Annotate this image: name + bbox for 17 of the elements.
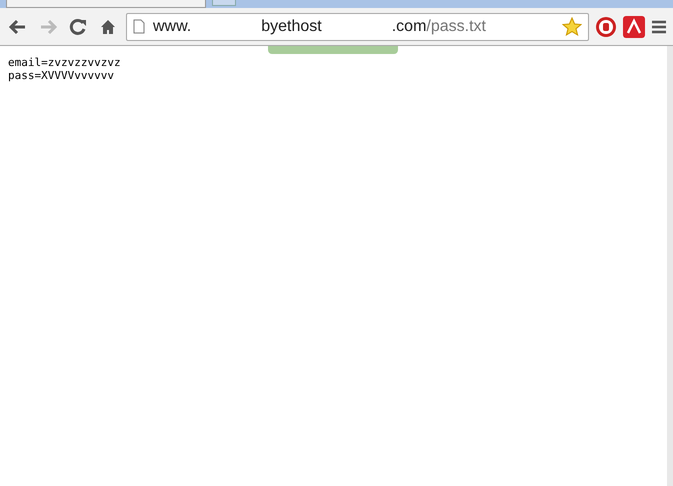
forward-arrow-icon xyxy=(39,18,57,34)
browser-tab[interactable] xyxy=(6,0,206,8)
back-arrow-icon xyxy=(9,18,27,34)
text-line: pass=XVVVVvvvvvv xyxy=(8,69,115,82)
extension-icon[interactable] xyxy=(623,16,645,38)
url-path: /pass.txt xyxy=(426,16,486,36)
address-bar[interactable]: www. byethost .com/pass.txt xyxy=(126,12,589,40)
url-host: www. xyxy=(153,16,192,36)
url-host: byethost xyxy=(261,16,322,36)
star-icon[interactable] xyxy=(562,16,582,36)
url-host: .com xyxy=(392,16,426,36)
text-line: email=zvzvzzvvzvz xyxy=(8,56,122,69)
home-icon xyxy=(100,18,116,34)
page-icon xyxy=(133,19,145,34)
reload-icon xyxy=(69,18,87,36)
stop-hand-icon[interactable] xyxy=(595,16,617,38)
menu-icon[interactable] xyxy=(651,20,667,34)
